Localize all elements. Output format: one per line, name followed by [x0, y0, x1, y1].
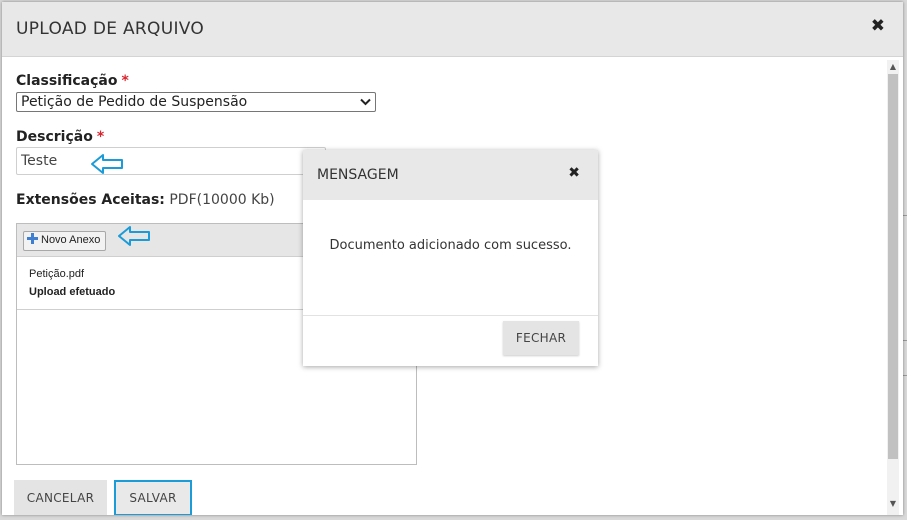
extensoes-label: Extensões Aceitas: [16, 192, 165, 208]
extensoes-info: Extensões Aceitas: PDF(10000 Kb) [16, 192, 275, 208]
plus-icon [27, 233, 38, 244]
dialog-title: UPLOAD DE ARQUIVO [16, 19, 205, 39]
message-text: Documento adicionado com sucesso. [329, 238, 572, 253]
descricao-label-text: Descrição [16, 129, 93, 145]
file-status: Upload efetuado [29, 286, 116, 298]
message-title: MENSAGEM [317, 167, 399, 183]
cancel-button[interactable]: CANCELAR [14, 480, 107, 515]
descricao-input[interactable]: Teste [16, 147, 326, 175]
novo-anexo-button[interactable]: Novo Anexo [23, 231, 107, 251]
message-dialog: MENSAGEM ✖ Documento adicionado com suce… [303, 150, 598, 366]
close-icon[interactable]: ✖ [871, 16, 885, 36]
required-mark: * [96, 129, 105, 145]
message-header: MENSAGEM ✖ [303, 150, 598, 200]
arrow-left-icon [118, 226, 150, 246]
fechar-button[interactable]: FECHAR [503, 321, 579, 355]
background-divider [903, 375, 907, 376]
background-divider [903, 340, 907, 341]
descricao-value: Teste [21, 153, 58, 169]
classificacao-label-text: Classificação [16, 73, 118, 89]
classificacao-selected-value: Petição de Pedido de Suspensão [21, 94, 248, 110]
extensoes-value: PDF(10000 Kb) [169, 192, 275, 208]
dialog-header: UPLOAD DE ARQUIVO ✖ [2, 2, 903, 57]
dialog-scrollbar[interactable]: ▲ ▼ [887, 60, 899, 515]
save-button[interactable]: SALVAR [114, 480, 192, 515]
chevron-down-icon [360, 93, 371, 111]
message-separator [303, 315, 598, 316]
required-mark: * [121, 73, 129, 89]
classificacao-select[interactable]: Petição de Pedido de Suspensão [16, 92, 376, 112]
close-icon[interactable]: ✖ [568, 165, 580, 181]
descricao-label: Descrição * [16, 129, 104, 145]
background-divider [903, 215, 907, 216]
file-name: Petição.pdf [29, 268, 85, 280]
scroll-down-icon[interactable]: ▼ [887, 497, 899, 511]
novo-anexo-label: Novo Anexo [41, 234, 101, 246]
classificacao-label: Classificação * [16, 73, 129, 89]
scroll-thumb[interactable] [888, 74, 898, 459]
scroll-up-icon[interactable]: ▲ [887, 60, 899, 74]
arrow-left-icon [91, 154, 123, 174]
